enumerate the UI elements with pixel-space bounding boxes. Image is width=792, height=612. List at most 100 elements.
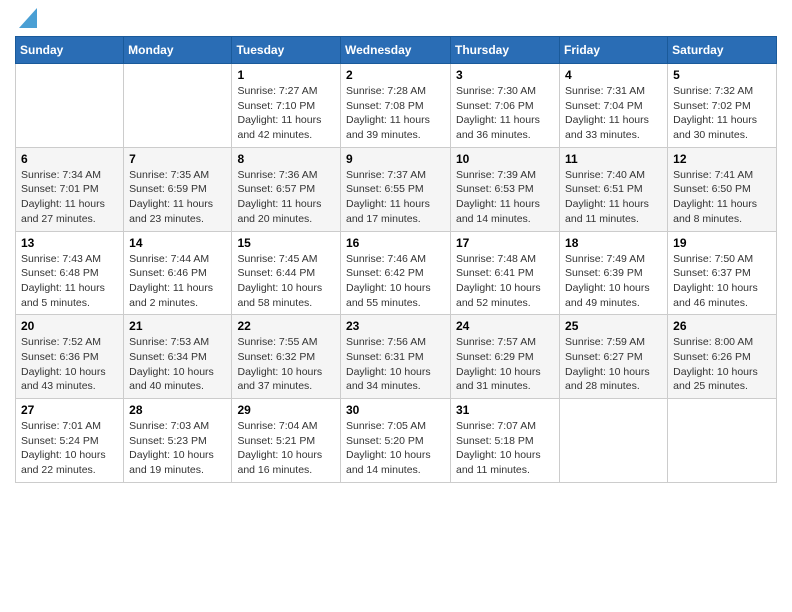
day-number: 17: [456, 236, 554, 250]
day-info: Sunrise: 7:43 AMSunset: 6:48 PMDaylight:…: [21, 252, 118, 311]
day-info: Sunrise: 7:59 AMSunset: 6:27 PMDaylight:…: [565, 335, 662, 394]
day-info: Sunrise: 7:44 AMSunset: 6:46 PMDaylight:…: [129, 252, 226, 311]
week-row-3: 13 Sunrise: 7:43 AMSunset: 6:48 PMDayligh…: [16, 231, 777, 315]
day-cell: 20 Sunrise: 7:52 AMSunset: 6:36 PMDayligh…: [16, 315, 124, 399]
week-row-5: 27Sunrise: 7:01 AMSunset: 5:24 PMDayligh…: [16, 399, 777, 483]
day-number: 5: [673, 68, 771, 82]
day-info: Sunrise: 7:36 AMSunset: 6:57 PMDaylight:…: [237, 168, 335, 227]
day-cell: 14 Sunrise: 7:44 AMSunset: 6:46 PMDayligh…: [124, 231, 232, 315]
day-info: Sunrise: 7:31 AMSunset: 7:04 PMDaylight:…: [565, 84, 662, 143]
day-info: Sunrise: 7:37 AMSunset: 6:55 PMDaylight:…: [346, 168, 445, 227]
day-number: 6: [21, 152, 118, 166]
day-info: Sunrise: 7:05 AMSunset: 5:20 PMDaylight:…: [346, 419, 445, 478]
day-number: 25: [565, 319, 662, 333]
day-number: 19: [673, 236, 771, 250]
day-cell: 12 Sunrise: 7:41 AMSunset: 6:50 PMDayligh…: [668, 147, 777, 231]
day-cell: 30 Sunrise: 7:05 AMSunset: 5:20 PMDayligh…: [341, 399, 451, 483]
day-info: Sunrise: 7:41 AMSunset: 6:50 PMDaylight:…: [673, 168, 771, 227]
day-info: Sunrise: 7:57 AMSunset: 6:29 PMDaylight:…: [456, 335, 554, 394]
day-cell: 9 Sunrise: 7:37 AMSunset: 6:55 PMDaylight…: [341, 147, 451, 231]
day-info: Sunrise: 7:30 AMSunset: 7:06 PMDaylight:…: [456, 84, 554, 143]
day-info: Sunrise: 7:48 AMSunset: 6:41 PMDaylight:…: [456, 252, 554, 311]
header-tuesday: Tuesday: [232, 37, 341, 64]
day-info: Sunrise: 7:03 AMSunset: 5:23 PMDaylight:…: [129, 419, 226, 478]
day-number: 11: [565, 152, 662, 166]
day-cell: 3Sunrise: 7:30 AMSunset: 7:06 PMDaylight…: [451, 64, 560, 148]
day-info: Sunrise: 7:07 AMSunset: 5:18 PMDaylight:…: [456, 419, 554, 478]
day-number: 8: [237, 152, 335, 166]
day-info: Sunrise: 7:04 AMSunset: 5:21 PMDaylight:…: [237, 419, 335, 478]
day-info: Sunrise: 7:35 AMSunset: 6:59 PMDaylight:…: [129, 168, 226, 227]
day-number: 1: [237, 68, 335, 82]
day-cell: 31 Sunrise: 7:07 AMSunset: 5:18 PMDayligh…: [451, 399, 560, 483]
day-cell: 11 Sunrise: 7:40 AMSunset: 6:51 PMDayligh…: [560, 147, 668, 231]
day-info: Sunrise: 7:39 AMSunset: 6:53 PMDaylight:…: [456, 168, 554, 227]
day-number: 30: [346, 403, 445, 417]
day-number: 31: [456, 403, 554, 417]
week-row-2: 6 Sunrise: 7:34 AMSunset: 7:01 PMDaylight…: [16, 147, 777, 231]
day-cell: 5 Sunrise: 7:32 AMSunset: 7:02 PMDaylight…: [668, 64, 777, 148]
logo: [15, 10, 37, 28]
day-cell: 27Sunrise: 7:01 AMSunset: 5:24 PMDayligh…: [16, 399, 124, 483]
day-cell: 2 Sunrise: 7:28 AMSunset: 7:08 PMDaylight…: [341, 64, 451, 148]
day-cell: 16Sunrise: 7:46 AMSunset: 6:42 PMDayligh…: [341, 231, 451, 315]
day-cell: [16, 64, 124, 148]
day-info: Sunrise: 7:27 AMSunset: 7:10 PMDaylight:…: [237, 84, 335, 143]
day-info: Sunrise: 7:56 AMSunset: 6:31 PMDaylight:…: [346, 335, 445, 394]
day-number: 20: [21, 319, 118, 333]
day-number: 18: [565, 236, 662, 250]
calendar-header-row: SundayMondayTuesdayWednesdayThursdayFrid…: [16, 37, 777, 64]
day-cell: 17 Sunrise: 7:48 AMSunset: 6:41 PMDayligh…: [451, 231, 560, 315]
day-number: 10: [456, 152, 554, 166]
day-cell: 24 Sunrise: 7:57 AMSunset: 6:29 PMDayligh…: [451, 315, 560, 399]
day-cell: 22Sunrise: 7:55 AMSunset: 6:32 PMDayligh…: [232, 315, 341, 399]
day-number: 2: [346, 68, 445, 82]
day-number: 9: [346, 152, 445, 166]
day-cell: 26 Sunrise: 8:00 AMSunset: 6:26 PMDayligh…: [668, 315, 777, 399]
day-cell: 23 Sunrise: 7:56 AMSunset: 6:31 PMDayligh…: [341, 315, 451, 399]
header-monday: Monday: [124, 37, 232, 64]
day-info: Sunrise: 7:32 AMSunset: 7:02 PMDaylight:…: [673, 84, 771, 143]
header-sunday: Sunday: [16, 37, 124, 64]
day-number: 4: [565, 68, 662, 82]
day-cell: 19 Sunrise: 7:50 AMSunset: 6:37 PMDayligh…: [668, 231, 777, 315]
day-number: 22: [237, 319, 335, 333]
day-number: 12: [673, 152, 771, 166]
calendar-table: SundayMondayTuesdayWednesdayThursdayFrid…: [15, 36, 777, 483]
day-cell: 4 Sunrise: 7:31 AMSunset: 7:04 PMDaylight…: [560, 64, 668, 148]
day-cell: [124, 64, 232, 148]
day-info: Sunrise: 7:49 AMSunset: 6:39 PMDaylight:…: [565, 252, 662, 311]
day-cell: 25 Sunrise: 7:59 AMSunset: 6:27 PMDayligh…: [560, 315, 668, 399]
header-thursday: Thursday: [451, 37, 560, 64]
day-number: 24: [456, 319, 554, 333]
day-info: Sunrise: 7:45 AMSunset: 6:44 PMDaylight:…: [237, 252, 335, 311]
day-number: 28: [129, 403, 226, 417]
day-info: Sunrise: 7:40 AMSunset: 6:51 PMDaylight:…: [565, 168, 662, 227]
day-cell: 10 Sunrise: 7:39 AMSunset: 6:53 PMDayligh…: [451, 147, 560, 231]
day-cell: 21 Sunrise: 7:53 AMSunset: 6:34 PMDayligh…: [124, 315, 232, 399]
day-cell: 6 Sunrise: 7:34 AMSunset: 7:01 PMDaylight…: [16, 147, 124, 231]
day-number: 21: [129, 319, 226, 333]
day-info: Sunrise: 7:28 AMSunset: 7:08 PMDaylight:…: [346, 84, 445, 143]
day-number: 23: [346, 319, 445, 333]
day-cell: 18 Sunrise: 7:49 AMSunset: 6:39 PMDayligh…: [560, 231, 668, 315]
day-info: Sunrise: 7:53 AMSunset: 6:34 PMDaylight:…: [129, 335, 226, 394]
day-info: Sunrise: 8:00 AMSunset: 6:26 PMDaylight:…: [673, 335, 771, 394]
day-cell: 7Sunrise: 7:35 AMSunset: 6:59 PMDaylight…: [124, 147, 232, 231]
day-number: 26: [673, 319, 771, 333]
day-cell: 15 Sunrise: 7:45 AMSunset: 6:44 PMDayligh…: [232, 231, 341, 315]
day-number: 16: [346, 236, 445, 250]
day-info: Sunrise: 7:34 AMSunset: 7:01 PMDaylight:…: [21, 168, 118, 227]
day-info: Sunrise: 7:50 AMSunset: 6:37 PMDaylight:…: [673, 252, 771, 311]
day-info: Sunrise: 7:52 AMSunset: 6:36 PMDaylight:…: [21, 335, 118, 394]
day-number: 15: [237, 236, 335, 250]
day-cell: 1 Sunrise: 7:27 AMSunset: 7:10 PMDaylight…: [232, 64, 341, 148]
page-header: [15, 10, 777, 28]
day-cell: 28 Sunrise: 7:03 AMSunset: 5:23 PMDayligh…: [124, 399, 232, 483]
day-number: 29: [237, 403, 335, 417]
day-cell: 8 Sunrise: 7:36 AMSunset: 6:57 PMDaylight…: [232, 147, 341, 231]
day-number: 13: [21, 236, 118, 250]
day-number: 27: [21, 403, 118, 417]
week-row-1: 1 Sunrise: 7:27 AMSunset: 7:10 PMDaylight…: [16, 64, 777, 148]
day-number: 14: [129, 236, 226, 250]
